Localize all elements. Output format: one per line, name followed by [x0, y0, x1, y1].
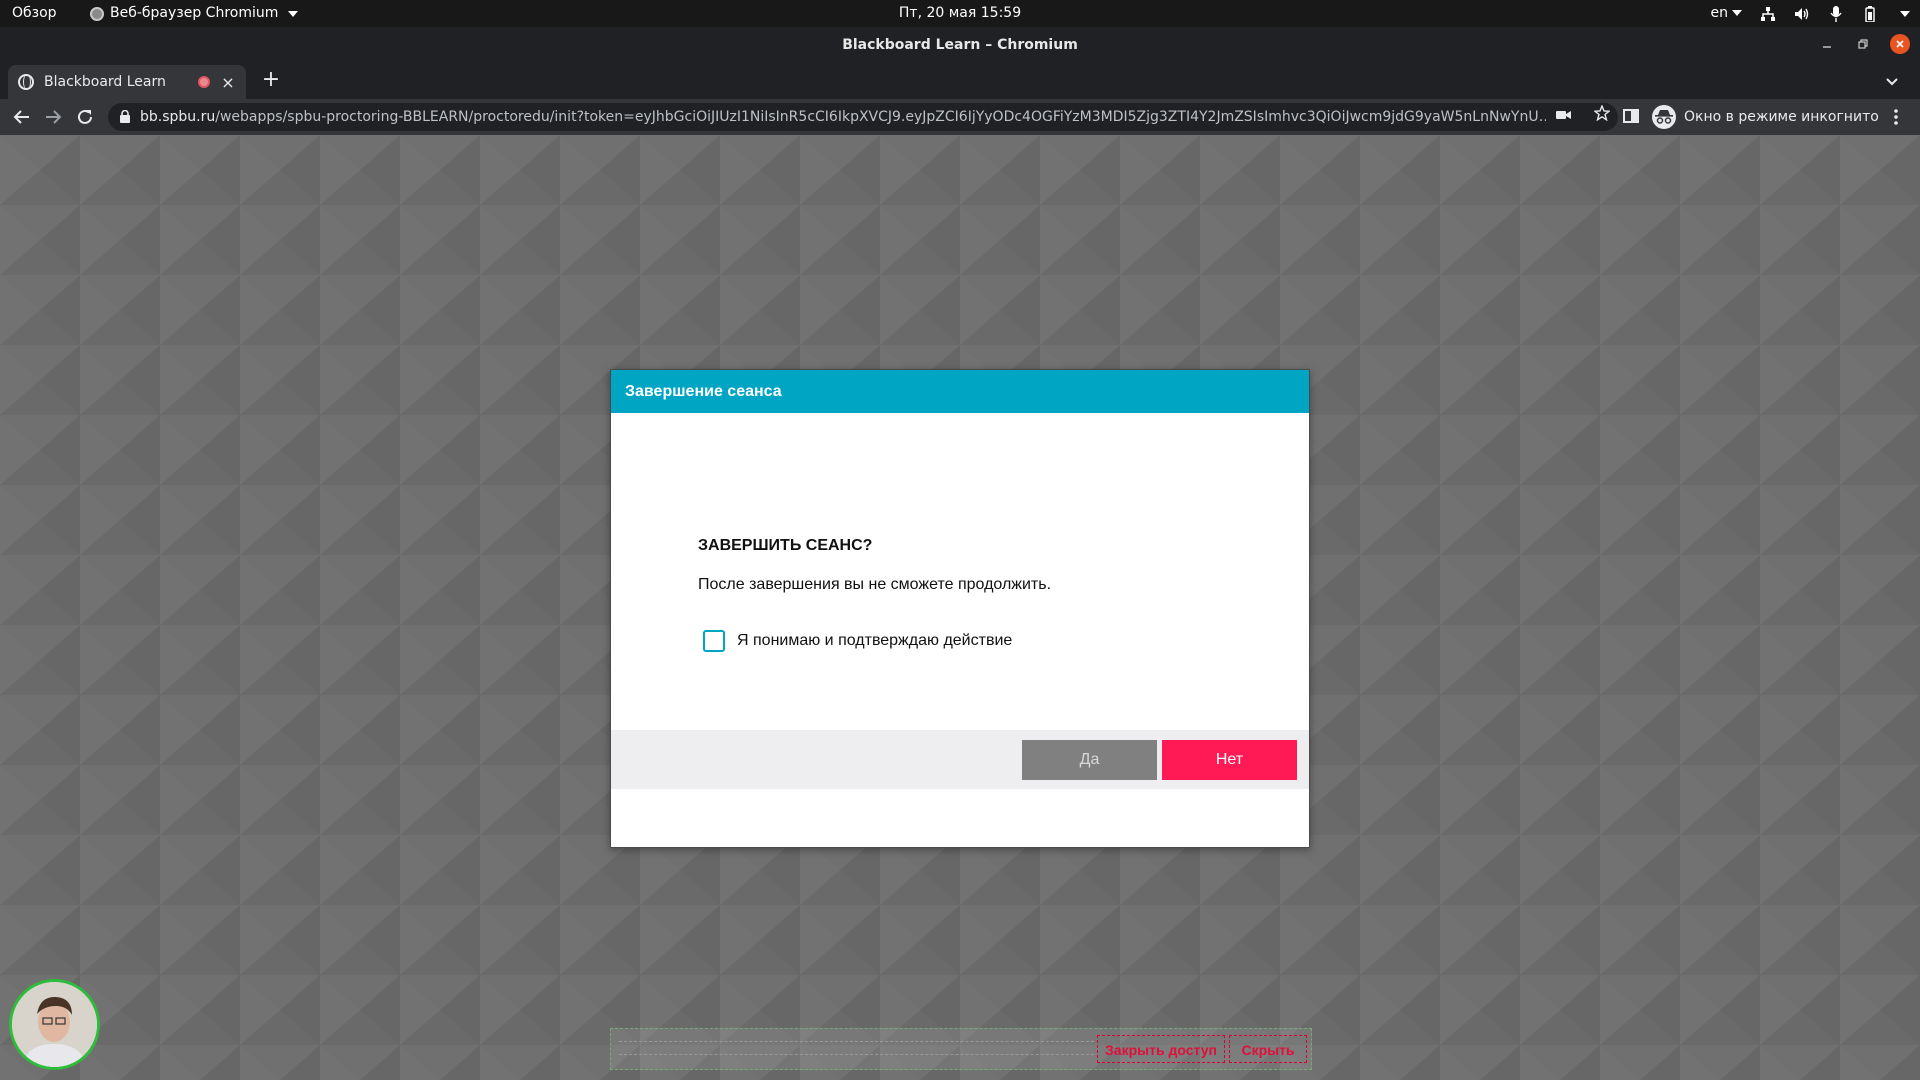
- lock-icon: [120, 110, 130, 123]
- new-tab-button[interactable]: +: [260, 69, 282, 91]
- close-window-icon[interactable]: [1890, 34, 1910, 54]
- tab-strip: Blackboard Learn × +: [0, 63, 1920, 99]
- window-controls: [1818, 34, 1910, 54]
- volume-icon: [1794, 6, 1810, 22]
- tab-title: Blackboard Learn: [44, 74, 166, 90]
- dialog-heading: ЗАВЕРШИТЬ СЕАНС?: [698, 537, 873, 554]
- end-session-dialog: Завершение сеанса ЗАВЕРШИТЬ СЕАНС? После…: [610, 369, 1310, 848]
- incognito-label: Окно в режиме инкогнито: [1684, 109, 1879, 125]
- window-title: Blackboard Learn – Chromium: [842, 37, 1078, 53]
- url-path: /webapps/spbu-proctoring-BBLEARN/proctor…: [215, 109, 1560, 125]
- dialog-message: После завершения вы не сможете продолжит…: [698, 576, 1052, 593]
- dialog-footer: Да Нет: [611, 730, 1309, 789]
- app-menu-label: Веб-браузер Chromium: [110, 5, 279, 21]
- restore-icon[interactable]: [1854, 35, 1872, 53]
- incognito-indicator[interactable]: Окно в режиме инкогнито: [1652, 103, 1879, 131]
- more-menu-icon[interactable]: [1886, 107, 1906, 127]
- dialog-title: Завершение сеанса: [611, 370, 1309, 413]
- system-top-bar: Обзор Веб-браузер Chromium Пт, 20 мая 15…: [0, 0, 1920, 27]
- language-indicator[interactable]: en: [1710, 0, 1742, 27]
- confirm-checkbox[interactable]: [703, 630, 725, 652]
- language-label: en: [1710, 5, 1729, 21]
- tab-blackboard-learn[interactable]: Blackboard Learn ×: [8, 65, 246, 99]
- camera-in-use-icon[interactable]: [1556, 103, 1572, 131]
- chromium-icon: [90, 6, 104, 21]
- omnibox-icons: [1546, 103, 1611, 131]
- system-menu-chevron-icon[interactable]: [1900, 10, 1910, 17]
- share-info-text: [619, 1041, 1094, 1055]
- address-bar[interactable]: bb.spbu.ru/webapps/spbu-proctoring-BBLEA…: [108, 103, 1618, 131]
- url-text: bb.spbu.ru/webapps/spbu-proctoring-BBLEA…: [140, 103, 1560, 131]
- browser-toolbar: bb.spbu.ru/webapps/spbu-proctoring-BBLEA…: [0, 99, 1920, 135]
- forward-arrow-icon[interactable]: [41, 105, 65, 129]
- confirm-checkbox-row[interactable]: Я понимаю и подтверждаю действие: [703, 630, 1012, 652]
- chevron-down-icon: [288, 10, 299, 17]
- page-content: Завершение сеанса ЗАВЕРШИТЬ СЕАНС? После…: [0, 135, 1920, 1080]
- bookmark-star-icon[interactable]: [1593, 103, 1611, 131]
- incognito-icon: [1652, 105, 1676, 129]
- window-titlebar[interactable]: Blackboard Learn – Chromium: [0, 27, 1920, 63]
- url-host: bb.spbu.ru: [140, 109, 216, 125]
- confirm-checkbox-label: Я понимаю и подтверждаю действие: [737, 632, 1013, 649]
- activities-overview-button[interactable]: Обзор: [12, 0, 57, 27]
- system-tray[interactable]: en: [1710, 0, 1910, 27]
- recording-icon: [198, 76, 210, 88]
- clock[interactable]: Пт, 20 мая 15:59: [899, 5, 1021, 21]
- side-panel-icon[interactable]: [1622, 107, 1642, 127]
- screen-share-bar: Закрыть доступ Скрыть: [610, 1028, 1312, 1070]
- no-button[interactable]: Нет: [1162, 740, 1297, 780]
- tab-close-icon[interactable]: ×: [220, 73, 236, 92]
- tab-search-chevron-icon[interactable]: [1882, 71, 1902, 91]
- network-icon: [1760, 6, 1776, 22]
- battery-icon: [1862, 5, 1878, 22]
- stop-sharing-button[interactable]: Закрыть доступ: [1097, 1035, 1225, 1063]
- reload-icon[interactable]: [73, 105, 97, 129]
- hide-share-bar-button[interactable]: Скрыть: [1229, 1035, 1307, 1063]
- dialog-body: ЗАВЕРШИТЬ СЕАНС? После завершения вы не …: [611, 413, 1309, 789]
- back-arrow-icon[interactable]: [10, 105, 34, 129]
- microphone-icon: [1828, 5, 1844, 22]
- app-menu-button[interactable]: Веб-браузер Chromium: [90, 0, 299, 27]
- minimize-icon[interactable]: [1818, 35, 1836, 53]
- user-avatar-icon: [12, 982, 97, 1067]
- globe-icon: [18, 74, 34, 90]
- webcam-preview[interactable]: [9, 979, 100, 1070]
- chevron-down-icon: [1732, 10, 1742, 16]
- yes-button[interactable]: Да: [1022, 740, 1157, 780]
